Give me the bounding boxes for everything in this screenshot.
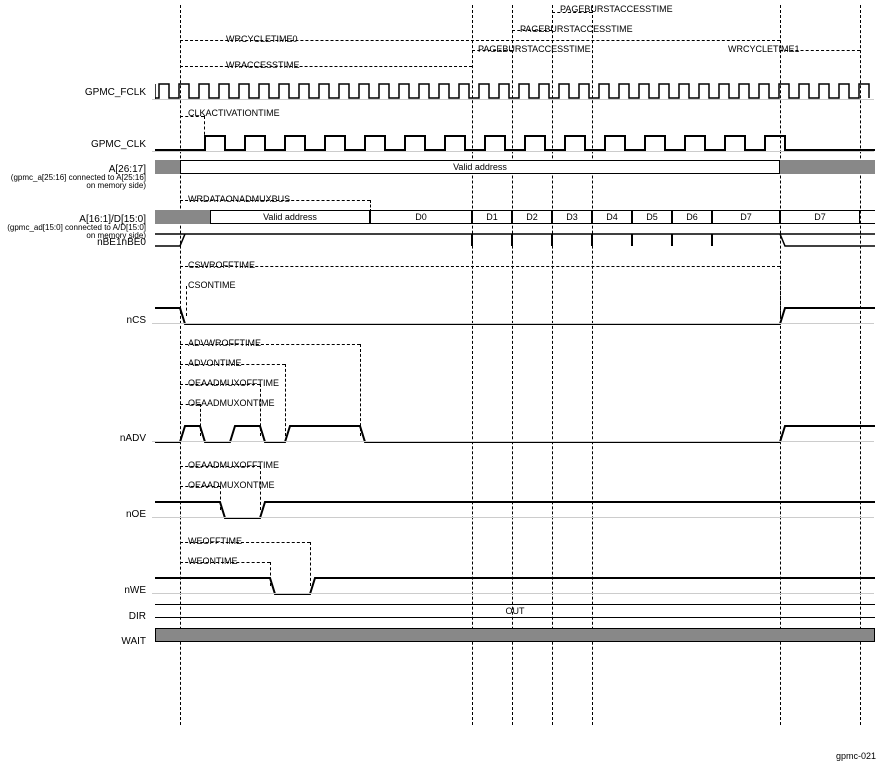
wait-shade	[155, 628, 875, 642]
addr-lo-d3: D3	[552, 210, 592, 224]
annot-advwroff: ADVWROFFTIME	[188, 338, 261, 348]
label-noe: nOE	[0, 509, 152, 520]
annot-oeoff: OEAADMUXOFFTIME	[188, 378, 279, 388]
annot-pageburst2: PAGEBURSTACCESSTIME	[520, 24, 633, 34]
annot-wrcycle0: WRCYCLETIME0	[226, 34, 298, 44]
addr-lo-d6: D6	[672, 210, 712, 224]
dir-bus: OUT	[155, 604, 875, 618]
addr-lo-valid: Valid address	[210, 210, 370, 224]
addr-lo-d4: D4	[592, 210, 632, 224]
label-clk: GPMC_CLK	[0, 139, 152, 150]
annot-oeon2: OEAADMUXONTIME	[188, 480, 275, 490]
fclk-wave	[155, 82, 875, 100]
annot-pageburst3: PAGEBURSTACCESSTIME	[478, 44, 591, 54]
addr-lo-d7b: D7	[780, 210, 860, 224]
annot-oeoff2: OEAADMUXOFFTIME	[188, 460, 279, 470]
annot-cson: CSONTIME	[188, 280, 236, 290]
annot-wraccess: WRACCESSTIME	[226, 60, 300, 70]
label-addr-hi-sub: (gpmc_a[25:16] connected to A[25:16] on …	[0, 174, 152, 190]
addr-lo-d2: D2	[512, 210, 552, 224]
addr-lo-d5: D5	[632, 210, 672, 224]
label-wait: WAIT	[0, 636, 152, 647]
annot-advon: ADVONTIME	[188, 358, 242, 368]
clk-wave	[155, 134, 875, 152]
addr-lo-d7: D7	[712, 210, 780, 224]
annot-wrdata: WRDATAONADMUXBUS	[188, 194, 290, 204]
label-nwe: nWE	[0, 585, 152, 596]
addr-hi-bus: Valid address	[180, 160, 780, 174]
annot-cswroff: CSWROFFTIME	[188, 260, 255, 270]
label-dir: DIR	[0, 611, 152, 622]
addr-lo-d0: D0	[370, 210, 472, 224]
addr-lo-shade-left	[155, 210, 210, 224]
nbe-wave	[155, 232, 875, 248]
label-nadv: nADV	[0, 433, 152, 444]
annot-wrcycle1: WRCYCLETIME1	[728, 44, 800, 54]
addr-hi-shade-left	[155, 160, 180, 174]
footer-id: gpmc-021	[836, 751, 876, 761]
label-ncs: nCS	[0, 315, 152, 326]
addr-hi-shade-right	[780, 160, 875, 174]
addr-lo-d1: D1	[472, 210, 512, 224]
label-nbe: nBE1nBE0	[0, 237, 152, 248]
annot-weon: WEONTIME	[188, 556, 238, 566]
label-fclk: GPMC_FCLK	[0, 87, 152, 98]
annot-weoff: WEOFFTIME	[188, 536, 242, 546]
